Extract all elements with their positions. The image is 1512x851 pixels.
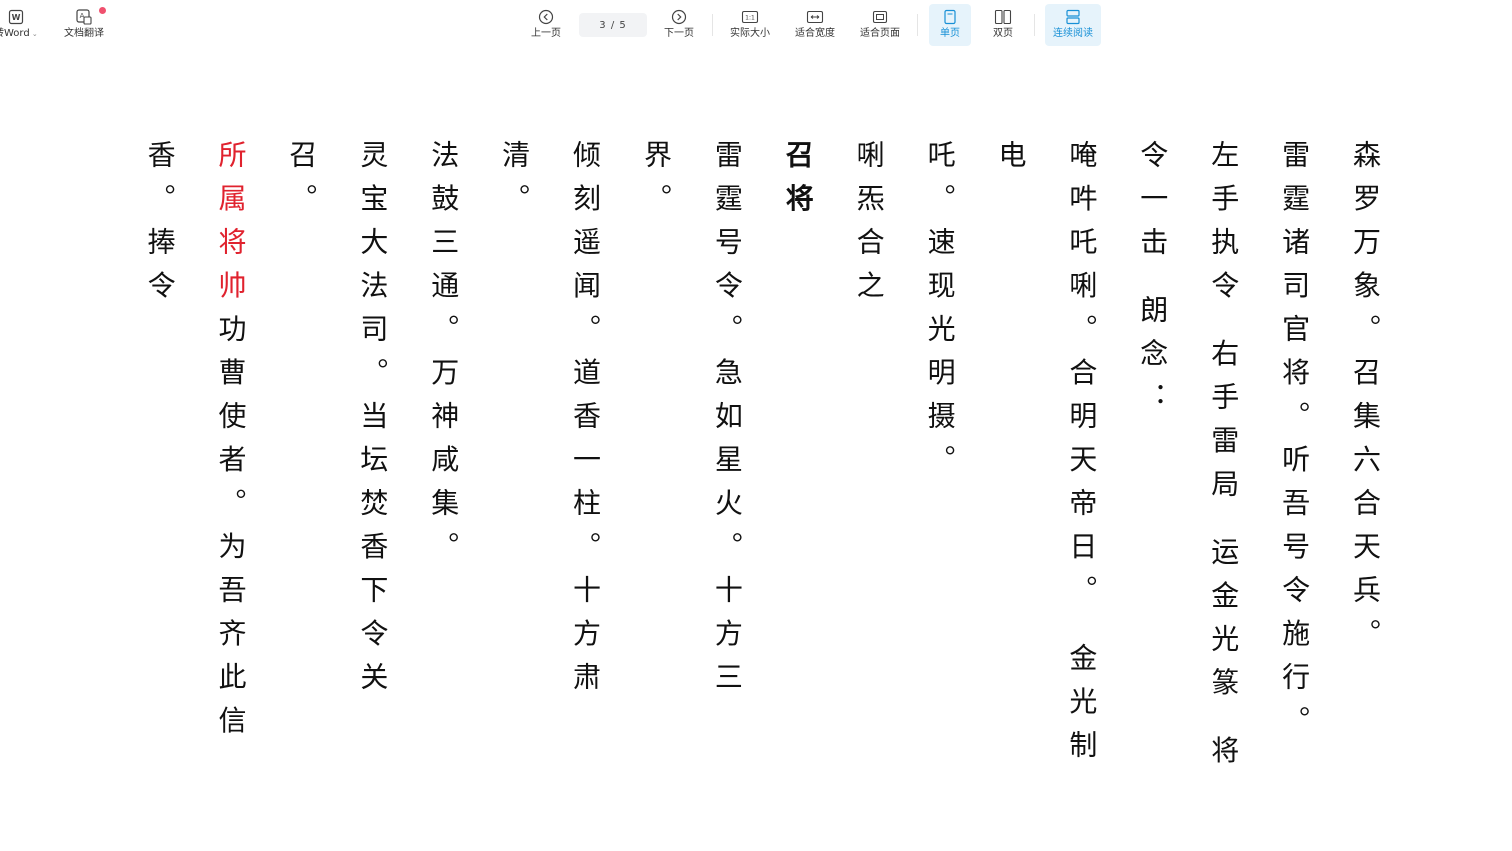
- column-text: 雷霆号令。急如星火。十方三界。: [639, 140, 744, 706]
- column-text: 唎炁合之: [852, 140, 886, 314]
- prev-page-label: 上一页: [531, 28, 561, 39]
- page-current: 3: [599, 19, 607, 31]
- single-page-label: 单页: [940, 28, 960, 39]
- text-column: 唵吽吒唎。合明天帝日。 金光制电: [975, 140, 1117, 790]
- toolbar-divider: [917, 14, 918, 36]
- text-column: 倾刻遥闻。道香一柱。十方肃清。: [478, 140, 620, 790]
- fit-width-button[interactable]: 适合宽度: [789, 4, 841, 46]
- actual-size-label: 实际大小: [730, 28, 770, 39]
- double-page-icon: [994, 8, 1012, 26]
- text-column: 召将: [762, 140, 833, 790]
- column-text: 左手执令 右手雷局 运金光篆 将: [1207, 140, 1241, 779]
- toolbar-divider: [712, 14, 713, 36]
- continuous-reading-button[interactable]: 连续阅读: [1045, 4, 1101, 46]
- column-text: 雷霆诸司官将。听吾号令施行。: [1278, 140, 1312, 749]
- fit-page-label: 适合页面: [860, 28, 900, 39]
- continuous-reading-icon: [1065, 8, 1081, 26]
- column-text: 森罗万象。召集六合天兵。: [1349, 140, 1382, 662]
- next-page-label: 下一页: [664, 28, 694, 39]
- column-text: 功曹使者。为吾齐此信: [214, 314, 248, 749]
- fit-width-label: 适合宽度: [795, 28, 835, 39]
- chevron-left-circle-icon: [538, 8, 554, 26]
- fit-page-icon: [871, 8, 889, 26]
- notification-dot: [99, 7, 106, 14]
- prev-page-button[interactable]: 上一页: [526, 4, 566, 46]
- double-page-label: 双页: [993, 28, 1013, 39]
- text-column: 唎炁合之: [833, 140, 904, 790]
- column-text: 法鼓三通。万神咸集。: [427, 140, 461, 575]
- column-text: 令一击 朗念：: [1136, 140, 1170, 426]
- text-column: 令一击 朗念：: [1116, 140, 1187, 790]
- document-page: 森罗万象。召集六合天兵。 雷霆诸司官将。听吾号令施行。 左手执令 右手雷局 运金光篆…: [140, 140, 1400, 790]
- text-column: 所属将帅功曹使者。为吾齐此信: [195, 140, 266, 790]
- column-text: 倾刻遥闻。道香一柱。十方肃清。: [498, 140, 603, 706]
- text-column: 左手执令 右手雷局 运金光篆 将: [1187, 140, 1258, 790]
- convert-word-button[interactable]: W 转Word ⌄: [0, 4, 44, 46]
- column-text: 唵吽吒唎。合明天帝日。 金光制电: [994, 140, 1099, 774]
- column-text: 灵宝大法司。当坛焚香下令关召。: [285, 140, 390, 706]
- translate-icon: A: [75, 8, 93, 26]
- highlighted-text: 所属将帅: [214, 140, 248, 314]
- column-text: 吒。速现光明摄。: [923, 140, 957, 488]
- next-page-button[interactable]: 下一页: [659, 4, 699, 46]
- page-separator: /: [610, 19, 616, 31]
- page-total: 5: [619, 19, 627, 31]
- actual-size-icon-text: 1:1: [745, 15, 755, 22]
- chevron-down-icon: ⌄: [29, 30, 38, 38]
- text-column: 法鼓三通。万神咸集。: [407, 140, 478, 790]
- double-page-button[interactable]: 双页: [982, 4, 1024, 46]
- single-page-icon: [943, 8, 957, 26]
- toolbar-divider: [1034, 14, 1035, 36]
- chevron-right-circle-icon: [671, 8, 687, 26]
- toolbar: W 转Word ⌄ A 文档翻译 上一页 3 / 5 下一页 1:1 实际大小: [0, 0, 1512, 48]
- column-text: 召将: [781, 140, 815, 227]
- continuous-reading-label: 连续阅读: [1053, 28, 1093, 39]
- text-column: 吒。速现光明摄。: [904, 140, 975, 790]
- page-indicator[interactable]: 3 / 5: [579, 13, 647, 37]
- text-column: 香。捧令: [140, 140, 195, 790]
- svg-text:W: W: [12, 13, 21, 22]
- actual-size-button[interactable]: 1:1 实际大小: [724, 4, 776, 46]
- fit-page-button[interactable]: 适合页面: [854, 4, 906, 46]
- translate-label: 文档翻译: [64, 28, 104, 39]
- convert-word-label: 转Word: [0, 28, 30, 39]
- text-column: 雷霆号令。急如星火。十方三界。: [620, 140, 762, 790]
- column-text: 香。捧令: [143, 140, 177, 314]
- text-column: 灵宝大法司。当坛焚香下令关召。: [266, 140, 408, 790]
- word-icon: W: [0, 8, 24, 26]
- text-column: 雷霆诸司官将。听吾号令施行。: [1258, 140, 1329, 790]
- single-page-button[interactable]: 单页: [929, 4, 971, 46]
- text-column: 森罗万象。召集六合天兵。: [1329, 140, 1400, 790]
- fit-width-icon: [806, 8, 824, 26]
- actual-size-icon: 1:1: [741, 8, 759, 26]
